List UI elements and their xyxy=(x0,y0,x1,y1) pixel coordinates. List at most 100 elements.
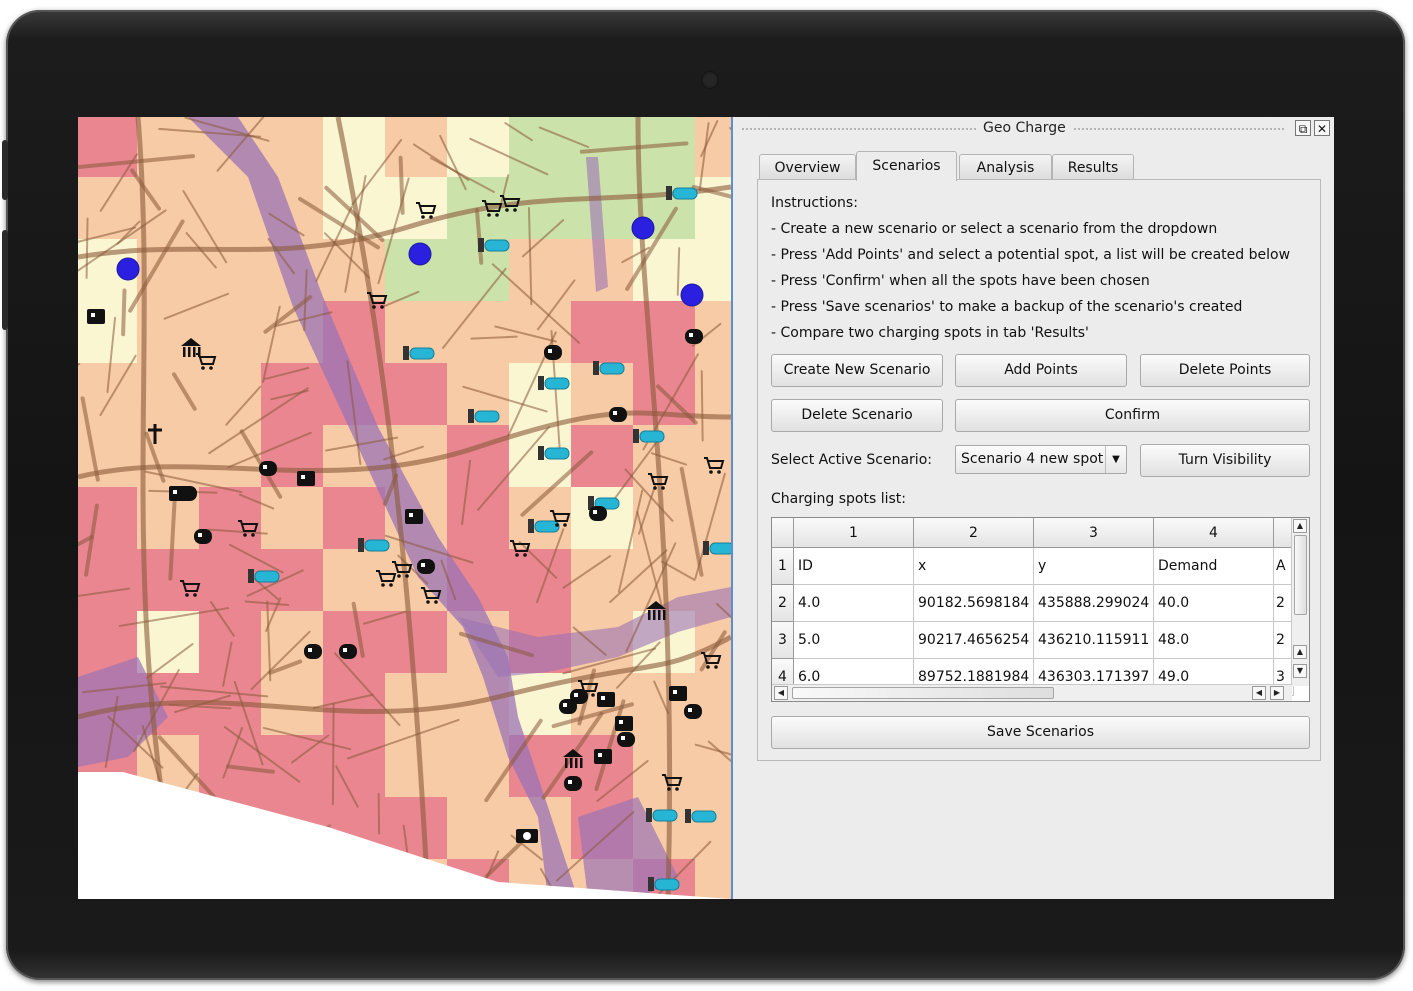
poi-icon xyxy=(339,644,357,659)
table-cell[interactable]: 436210.115911 xyxy=(1034,622,1154,659)
chevron-down-icon[interactable]: ▼ xyxy=(1105,446,1126,473)
table-vertical-scrollbar[interactable]: ▲ ▲ ▼ xyxy=(1291,518,1309,686)
charging-station-icon xyxy=(403,346,409,360)
scenarios-pane: Instructions: - Create a new scenario or… xyxy=(757,179,1321,761)
close-icon[interactable]: ✕ xyxy=(1314,120,1330,136)
poi-icon xyxy=(301,475,305,479)
table-cell[interactable]: 435888.299024 xyxy=(1034,585,1154,622)
road xyxy=(398,155,405,215)
heat-cell xyxy=(385,363,447,425)
scroll-left-icon[interactable]: ◀ xyxy=(1252,686,1266,700)
heat-cell xyxy=(385,735,447,797)
turn-visibility-button[interactable]: Turn Visibility xyxy=(1140,444,1310,477)
poi-icon xyxy=(684,704,702,719)
camera-icon xyxy=(701,71,719,89)
delete-scenario-button[interactable]: Delete Scenario xyxy=(771,399,943,432)
scenario-select-value: Scenario 4 new spot xyxy=(961,451,1104,467)
museum-icon xyxy=(570,758,573,768)
shopping-cart-icon xyxy=(193,593,197,597)
poi-icon xyxy=(564,776,582,791)
charging-station-icon xyxy=(652,809,678,822)
shopping-cart-icon xyxy=(515,553,519,557)
geo-charge-panel: Geo Charge ⧉ ✕ Overview Scenarios Analys… xyxy=(733,117,1334,899)
table-horizontal-scrollbar[interactable]: ◀ ◀ ▶ xyxy=(772,684,1292,701)
tab-results[interactable]: Results xyxy=(1052,154,1134,180)
table-cell[interactable]: 40.0 xyxy=(1154,585,1274,622)
shopping-cart-icon xyxy=(667,787,671,791)
table-cell[interactable]: Demand xyxy=(1154,548,1274,585)
heat-cell xyxy=(509,117,571,177)
shopping-cart-icon xyxy=(434,600,438,604)
side-button xyxy=(2,140,8,200)
heat-cell xyxy=(447,487,509,549)
scenario-select[interactable]: Scenario 4 new spot ▼ xyxy=(955,445,1127,474)
map-canvas[interactable] xyxy=(78,117,731,899)
museum-icon xyxy=(198,347,201,357)
table-cell[interactable]: 90182.5698184 xyxy=(914,585,1034,622)
museum-icon xyxy=(648,610,651,620)
poi-icon xyxy=(598,753,602,757)
scroll-thumb[interactable] xyxy=(792,687,1054,699)
scroll-left-icon[interactable]: ◀ xyxy=(774,686,788,700)
charging-station-icon xyxy=(478,238,484,252)
scroll-thumb[interactable] xyxy=(1294,535,1307,615)
map-svg[interactable] xyxy=(78,117,731,899)
heat-cell xyxy=(323,549,385,611)
tab-scenarios[interactable]: Scenarios xyxy=(856,151,957,181)
heat-cell xyxy=(323,117,385,177)
column-header[interactable]: 3 xyxy=(1034,518,1154,548)
confirm-button[interactable]: Confirm xyxy=(955,399,1310,432)
charging-station-icon xyxy=(672,187,698,200)
shopping-cart-icon xyxy=(372,305,376,309)
restore-icon[interactable]: ⧉ xyxy=(1295,120,1311,136)
panel-titlebar[interactable]: Geo Charge ⧉ ✕ xyxy=(741,119,1330,139)
charging-station-icon xyxy=(468,409,474,423)
scroll-right-icon[interactable]: ▶ xyxy=(1270,686,1284,700)
poi-icon xyxy=(688,708,692,712)
row-header[interactable]: 1 xyxy=(772,548,794,585)
table-cell[interactable]: 4.0 xyxy=(794,585,914,622)
instructions-heading: Instructions: xyxy=(771,195,858,211)
column-header[interactable]: 2 xyxy=(914,518,1034,548)
scroll-up-icon[interactable]: ▲ xyxy=(1293,645,1307,659)
row-header[interactable]: 2 xyxy=(772,585,794,622)
heat-cell xyxy=(137,177,199,239)
panel-title: Geo Charge xyxy=(977,120,1072,136)
scroll-up-icon[interactable]: ▲ xyxy=(1293,519,1307,533)
poi-icon xyxy=(421,563,425,567)
table-cell[interactable]: x xyxy=(914,548,1034,585)
table-cell[interactable]: 48.0 xyxy=(1154,622,1274,659)
shopping-cart-icon xyxy=(706,665,710,669)
table-cell[interactable]: 90217.4656254 xyxy=(914,622,1034,659)
heat-cell xyxy=(199,301,261,363)
candidate-point-icon xyxy=(631,216,655,240)
table-corner[interactable] xyxy=(772,518,794,548)
heat-cell xyxy=(261,487,323,549)
row-header[interactable]: 3 xyxy=(772,622,794,659)
charging-station-icon xyxy=(484,239,510,252)
delete-points-button[interactable]: Delete Points xyxy=(1140,354,1310,387)
shopping-cart-icon xyxy=(563,523,567,527)
table-cell[interactable]: ID xyxy=(794,548,914,585)
scroll-down-icon[interactable]: ▼ xyxy=(1293,664,1307,678)
poi-icon xyxy=(308,648,312,652)
heat-cell xyxy=(261,735,323,797)
create-new-scenario-button[interactable]: Create New Scenario xyxy=(771,354,943,387)
charging-station-icon xyxy=(528,519,534,533)
table-cell[interactable]: 5.0 xyxy=(794,622,914,659)
charging-spots-table[interactable]: 1 2 3 4 1 2 3 4 ID x y Demand A 4.0 9018… xyxy=(771,517,1310,702)
table-cell[interactable]: y xyxy=(1034,548,1154,585)
museum-icon xyxy=(653,610,656,620)
shopping-cart-icon xyxy=(495,213,499,217)
shopping-cart-icon xyxy=(709,470,713,474)
tab-analysis[interactable]: Analysis xyxy=(959,154,1052,180)
add-points-button[interactable]: Add Points xyxy=(955,354,1127,387)
charging-station-icon xyxy=(254,570,280,583)
column-header[interactable]: 4 xyxy=(1154,518,1274,548)
shopping-cart-icon xyxy=(717,470,721,474)
tab-overview[interactable]: Overview xyxy=(759,154,856,180)
column-header[interactable]: 1 xyxy=(794,518,914,548)
instruction-line: - Press 'Confirm' when all the spots hav… xyxy=(771,273,1150,289)
save-scenarios-button[interactable]: Save Scenarios xyxy=(771,716,1310,749)
poi-icon xyxy=(91,313,95,317)
